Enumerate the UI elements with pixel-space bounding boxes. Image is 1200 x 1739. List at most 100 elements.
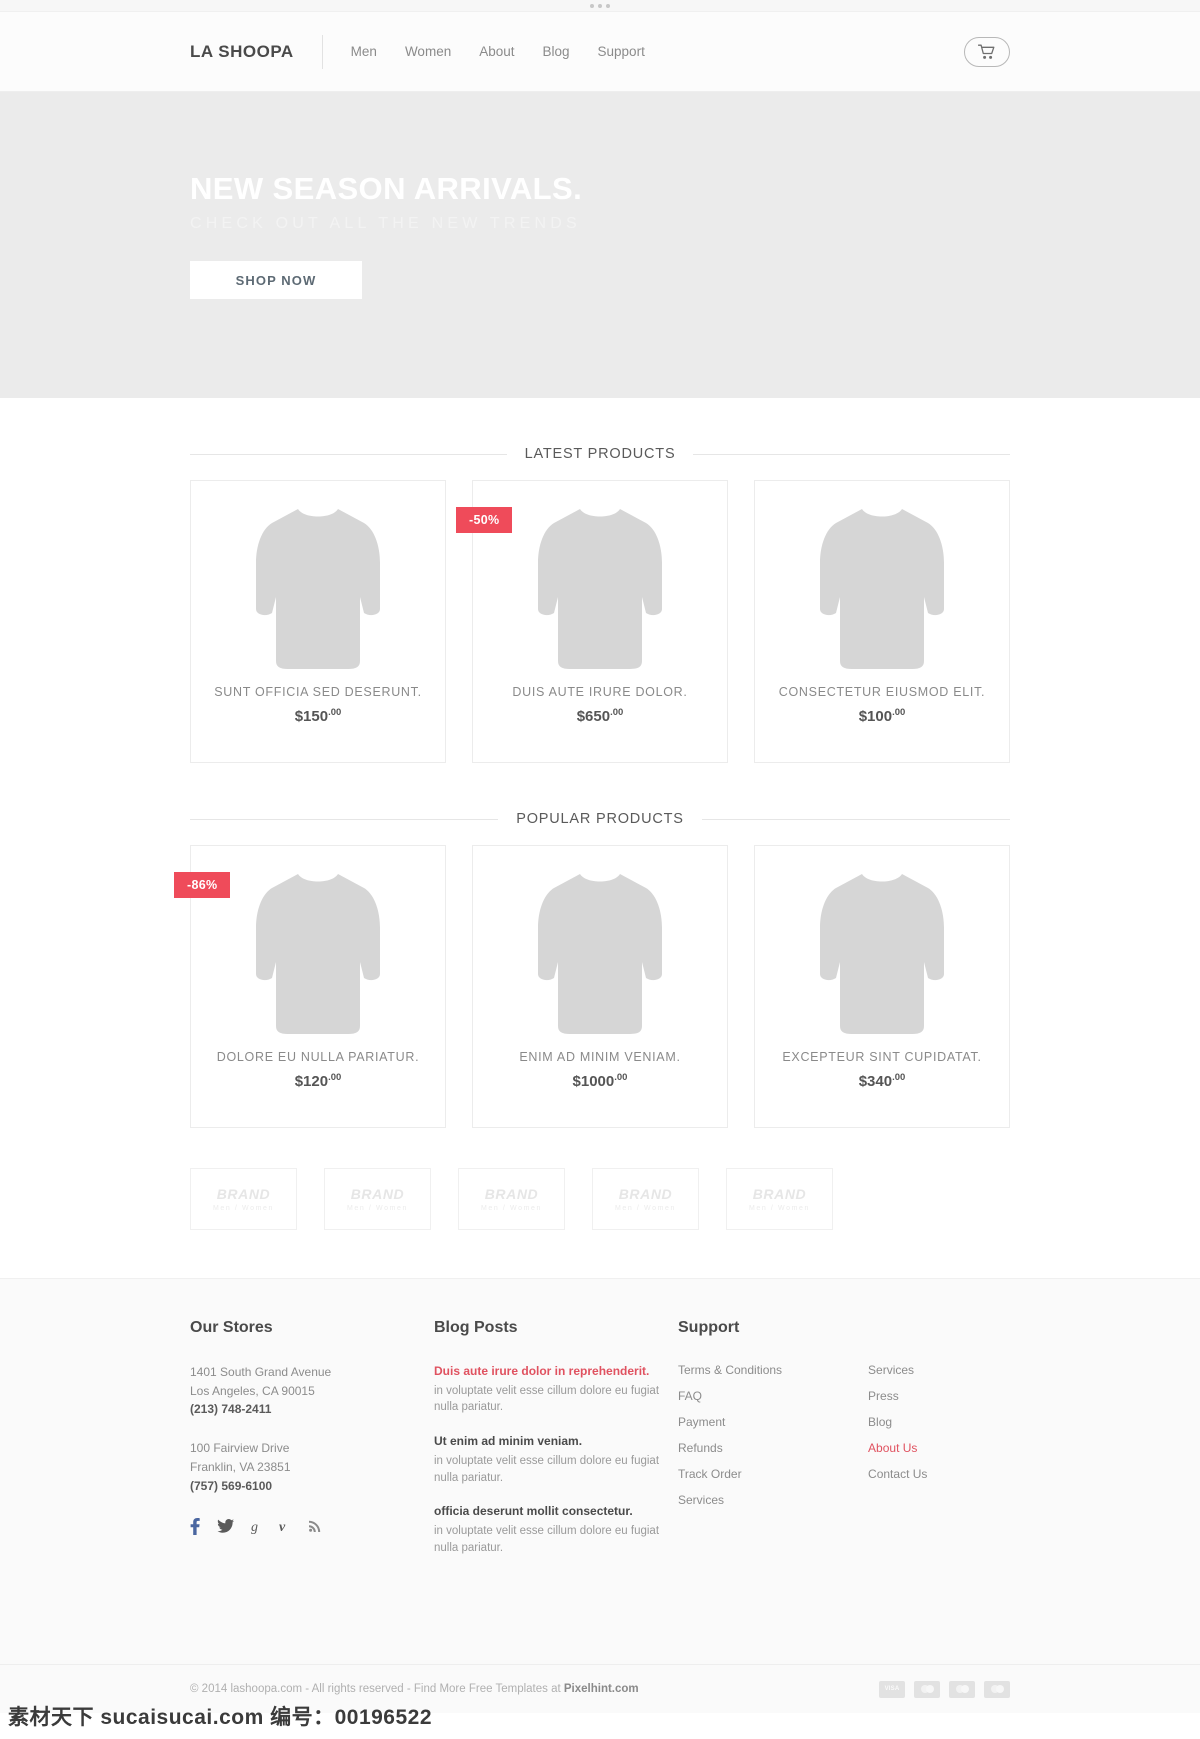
support-link-about-us[interactable]: About Us <box>868 1441 927 1455</box>
sweater-icon <box>538 874 662 1034</box>
heading-rule-left <box>190 453 507 455</box>
heading-rule-right <box>701 818 1010 820</box>
hero-subtitle: CHECK OUT ALL THE NEW TRENDS <box>190 215 581 233</box>
price-cents: .00 <box>328 707 342 718</box>
cart-button[interactable] <box>964 36 1010 67</box>
brand-tagline: Men / Women <box>212 1205 275 1212</box>
brand-strip: BRAND Men / Women BRAND Men / Women BRAN… <box>190 1168 1010 1230</box>
store-address: 100 Fairview Drive <box>190 1441 290 1456</box>
product-grid-popular: -86% DOLORE EU NULLA PARIATUR. $120.00 E… <box>174 845 1010 1128</box>
price-cents: .00 <box>610 707 624 718</box>
chrome-dot-icon <box>606 3 610 8</box>
store-city: Los Angeles, CA 90015 <box>190 1383 315 1398</box>
product-card[interactable]: EXCEPTEUR SINT CUPIDATAT. $340.00 <box>754 845 1010 1128</box>
blog-post-title[interactable]: Ut enim ad minim veniam. <box>434 1433 678 1450</box>
product-image <box>248 868 388 1038</box>
store-location: 1401 South Grand Avenue Los Angeles, CA … <box>190 1363 434 1419</box>
footer-heading-blog: Blog Posts <box>434 1319 518 1336</box>
section-title-latest: LATEST PRODUCTS <box>524 446 676 462</box>
support-link-blog[interactable]: Blog <box>868 1415 927 1429</box>
shop-now-button[interactable]: SHOP NOW <box>190 261 362 300</box>
price-amount: $120 <box>294 1073 329 1090</box>
amex-icon <box>949 1680 975 1698</box>
support-link-terms[interactable]: Terms & Conditions <box>678 1363 782 1377</box>
brand-name: BRAND <box>484 1186 539 1202</box>
copyright-brand-link[interactable]: Pixelhint.com <box>564 1683 639 1695</box>
sweater-icon <box>538 509 662 669</box>
brand-logo-box[interactable]: BRAND Men / Women <box>458 1168 565 1230</box>
brand-logo-box[interactable]: BRAND Men / Women <box>324 1168 431 1230</box>
product-price: $100.00 <box>859 707 906 725</box>
brand-logo-box[interactable]: BRAND Men / Women <box>190 1168 297 1230</box>
brand-logo-box[interactable]: BRAND Men / Women <box>726 1168 833 1230</box>
blog-post-item[interactable]: Duis aute irure dolor in reprehenderit. … <box>434 1363 678 1416</box>
twitter-icon[interactable] <box>217 1519 234 1533</box>
brand-name: BRAND <box>216 1186 271 1202</box>
nav-item-support[interactable]: Support <box>598 44 645 59</box>
price-cents: .00 <box>614 1072 628 1083</box>
product-card[interactable]: SUNT OFFICIA SED DESERUNT. $150.00 <box>190 480 446 763</box>
blog-post-title[interactable]: Duis aute irure dolor in reprehenderit. <box>434 1363 678 1380</box>
support-link-faq[interactable]: FAQ <box>678 1389 782 1403</box>
brand-logo[interactable]: LA SHOOPA <box>190 42 322 62</box>
blog-post-excerpt: in voluptate velit esse cillum dolore eu… <box>434 1384 660 1414</box>
blog-post-item[interactable]: officia deserunt mollit consectetur. in … <box>434 1503 678 1556</box>
product-image <box>530 503 670 673</box>
product-price: $150.00 <box>295 707 342 725</box>
product-card[interactable]: -86% DOLORE EU NULLA PARIATUR. $120.00 <box>174 845 446 1128</box>
product-grid-latest: SUNT OFFICIA SED DESERUNT. $150.00 -50% … <box>190 480 1010 763</box>
price-cents: .00 <box>892 707 906 718</box>
support-link-refunds[interactable]: Refunds <box>678 1441 782 1455</box>
blog-post-title[interactable]: officia deserunt mollit consectetur. <box>434 1503 678 1520</box>
support-link-contact-us[interactable]: Contact Us <box>868 1467 927 1481</box>
blog-post-excerpt: in voluptate velit esse cillum dolore eu… <box>434 1454 660 1484</box>
section-heading-latest: LATEST PRODUCTS <box>190 446 1011 462</box>
product-card[interactable]: -50% DUIS AUTE IRURE DOLOR. $650.00 <box>456 480 728 763</box>
brand-tagline: Men / Women <box>748 1205 811 1212</box>
nav-item-blog[interactable]: Blog <box>543 44 570 59</box>
footer-column-blog: Blog Posts Duis aute irure dolor in repr… <box>434 1319 678 1573</box>
support-link-payment[interactable]: Payment <box>678 1415 782 1429</box>
shopping-cart-icon <box>978 44 995 59</box>
site-footer: Our Stores 1401 South Grand Avenue Los A… <box>0 1278 1200 1713</box>
price-cents: .00 <box>328 1072 342 1083</box>
brand-tagline: Men / Women <box>480 1205 543 1212</box>
discover-icon <box>984 1680 1010 1698</box>
mastercard-icon <box>914 1680 940 1698</box>
nav-item-women[interactable]: Women <box>405 44 451 59</box>
main-navigation: Men Women About Blog Support <box>351 44 645 59</box>
nav-item-men[interactable]: Men <box>351 44 377 59</box>
product-title: CONSECTETUR EIUSMOD ELIT. <box>778 685 986 699</box>
section-title-popular: POPULAR PRODUCTS <box>516 811 684 827</box>
support-link-services[interactable]: Services <box>678 1493 782 1507</box>
heading-rule-right <box>693 453 1011 455</box>
price-amount: $340 <box>858 1073 893 1090</box>
facebook-icon[interactable] <box>190 1517 200 1535</box>
product-card[interactable]: CONSECTETUR EIUSMOD ELIT. $100.00 <box>754 480 1010 763</box>
blog-post-item[interactable]: Ut enim ad minim veniam. in voluptate ve… <box>434 1433 678 1486</box>
vimeo-icon[interactable]: v <box>279 1518 292 1535</box>
nav-item-about[interactable]: About <box>479 44 514 59</box>
support-link-services-2[interactable]: Services <box>868 1363 927 1377</box>
store-phone[interactable]: (757) 569-6100 <box>190 1477 434 1496</box>
rss-icon[interactable] <box>309 1520 321 1533</box>
support-link-track-order[interactable]: Track Order <box>678 1467 782 1481</box>
blog-post-excerpt: in voluptate velit esse cillum dolore eu… <box>434 1525 660 1554</box>
product-card[interactable]: ENIM AD MINIM VENIAM. $1000.00 <box>472 845 728 1128</box>
brand-logo-box[interactable]: BRAND Men / Women <box>592 1168 699 1230</box>
price-amount: $1000 <box>572 1073 615 1090</box>
main-content: LATEST PRODUCTS SUNT OFFICIA SED DESERUN… <box>174 446 1011 1230</box>
sweater-icon <box>820 509 944 669</box>
product-image <box>812 868 952 1038</box>
google-icon[interactable]: g <box>251 1518 262 1535</box>
store-phone[interactable]: (213) 748-2411 <box>190 1400 434 1419</box>
support-link-press[interactable]: Press <box>868 1389 927 1403</box>
mastercard-rings <box>920 1685 934 1693</box>
svg-text:v: v <box>279 1520 286 1535</box>
store-city: Franklin, VA 23851 <box>190 1459 291 1474</box>
page-root: LA SHOOPA Men Women About Blog Support N… <box>0 0 1200 1739</box>
footer-heading-support: Support <box>678 1319 740 1336</box>
footer-heading-stores: Our Stores <box>190 1319 273 1336</box>
product-image <box>248 503 388 673</box>
section-heading-popular: POPULAR PRODUCTS <box>190 811 1010 827</box>
